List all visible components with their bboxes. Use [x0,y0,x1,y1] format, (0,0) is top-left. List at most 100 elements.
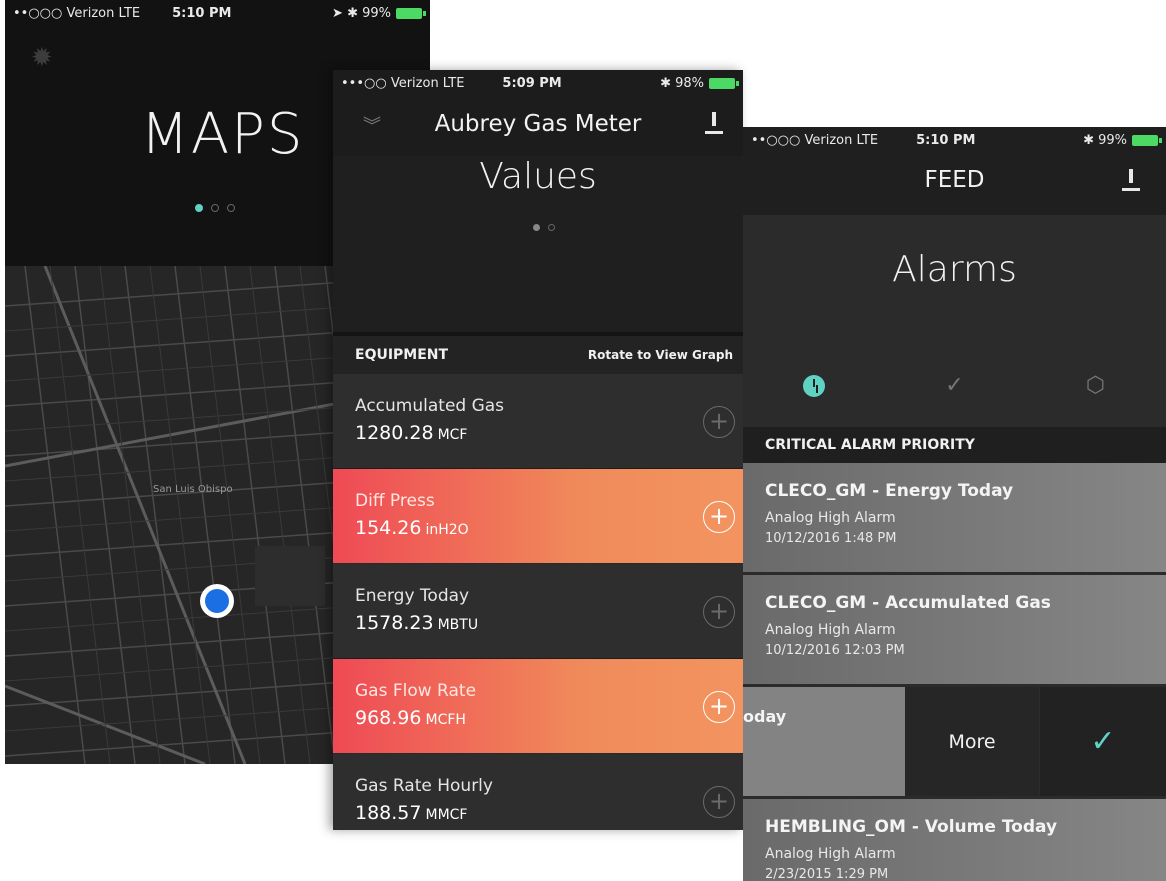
value-number: 188.57 [355,802,422,824]
current-location-marker[interactable] [200,584,234,618]
status-bar: •••○○ Verizon LTE 5:09 PM ✱ 98% [333,70,743,96]
status-bar: ••○○○ Verizon LTE 5:10 PM ➤ ✱ 99% [5,0,430,26]
section-header: CRITICAL ALARM PRIORITY [743,427,1166,463]
value-reading: 1578.23 MBTU [355,612,478,634]
page-dot-active[interactable] [195,204,203,212]
value-number: 154.26 [355,517,422,539]
value-row[interactable]: Diff Press 154.26 inH2O + [333,469,743,564]
alarm-item[interactable]: CLECO_GM - Energy Today Analog High Alar… [743,463,1166,575]
nav-title: Aubrey Gas Meter [434,111,642,137]
alarm-item-partial[interactable]: oday [743,687,905,796]
status-time: 5:10 PM [916,132,976,148]
status-right: ✱ 98% [660,75,739,91]
add-icon[interactable]: + [703,501,735,533]
page-indicator[interactable] [533,224,555,231]
clock-icon [802,375,825,397]
status-time: 5:09 PM [502,75,562,91]
status-indicators: ➤ ✱ 99% [332,5,391,21]
add-icon[interactable]: + [703,786,735,818]
value-row[interactable]: Energy Today 1578.23 MBTU + [333,564,743,659]
hexagon-icon: ⬡ [1085,373,1106,398]
alarm-type: Analog High Alarm [765,622,896,638]
value-name: Gas Rate Hourly [355,776,493,796]
page-dot[interactable] [548,224,555,231]
value-unit: MMCF [425,807,468,823]
alarms-hero: Alarms ✓ ⬡ [743,215,1166,430]
tab-hexagon[interactable]: ⬡ [1025,375,1166,397]
value-reading: 188.57 MMCF [355,802,467,824]
status-indicators: ✱ 98% [660,75,704,91]
page-dot[interactable] [211,204,219,212]
value-number: 968.96 [355,707,422,729]
value-unit: inH2O [425,522,469,538]
alarm-type: Analog High Alarm [765,510,896,526]
value-unit: MCFH [425,712,466,728]
alarm-date: 10/12/2016 12:03 PM [765,643,905,658]
acknowledge-button[interactable]: ✓ [1040,687,1166,796]
value-unit: MBTU [437,617,479,633]
status-right: ✱ 99% [1083,132,1162,148]
page-indicator[interactable] [195,204,235,212]
nav-title: FEED [924,167,985,193]
status-time: 5:10 PM [172,5,232,21]
page-dot-active[interactable] [533,224,540,231]
alarm-date: 2/23/2015 1:29 PM [765,867,889,881]
status-carrier: •••○○ Verizon LTE [341,75,465,91]
tab-active-alarms[interactable] [743,375,884,397]
value-reading: 968.96 MCFH [355,707,466,729]
alarm-item[interactable]: HEMBLING_OM - Volume Today Analog High A… [743,799,1166,881]
alarm-title: HEMBLING_OM - Volume Today [765,817,1058,837]
value-row[interactable]: Gas Rate Hourly 188.57 MMCF + [333,754,743,830]
value-name: Gas Flow Rate [355,681,477,701]
status-carrier: ••○○○ Verizon LTE [13,5,141,21]
value-reading: 1280.28 MCF [355,422,468,444]
values-screen: •••○○ Verizon LTE 5:09 PM ✱ 98% ︾ Aubrey… [333,70,743,830]
value-unit: MCF [437,427,468,443]
status-carrier: ••○○○ Verizon LTE [751,132,879,148]
alarm-item-swiped[interactable]: oday More ✓ [743,687,1166,799]
alarm-title: CLECO_GM - Energy Today [765,481,1014,501]
page-title: Alarms [892,249,1017,290]
nav-bar: ︾ Aubrey Gas Meter [333,96,743,156]
status-bar: ••○○○ Verizon LTE 5:10 PM ✱ 99% [743,127,1166,153]
status-right: ➤ ✱ 99% [332,5,426,21]
add-icon[interactable]: + [703,691,735,723]
filter-tabs: ✓ ⬡ [743,375,1166,397]
battery-icon [1132,134,1162,146]
feed-screen: ••○○○ Verizon LTE 5:10 PM ✱ 99% FEED Ala… [743,127,1166,881]
alarm-date: 10/12/2016 1:48 PM [765,531,897,546]
alarm-title-partial: oday [743,707,787,726]
alarm-item[interactable]: CLECO_GM - Accumulated Gas Analog High A… [743,575,1166,687]
download-icon[interactable] [1122,169,1140,191]
check-icon: ✓ [945,373,964,398]
value-name: Accumulated Gas [355,396,505,416]
alarm-list: CLECO_GM - Energy Today Analog High Alar… [743,463,1166,881]
battery-icon [396,7,426,19]
value-row[interactable]: Accumulated Gas 1280.28 MCF + [333,374,743,469]
value-reading: 154.26 inH2O [355,517,469,539]
gear-icon[interactable]: ✹ [31,45,55,71]
alarm-title: CLECO_GM - Accumulated Gas [765,593,1051,613]
value-name: Energy Today [355,586,470,606]
value-name: Diff Press [355,491,435,511]
status-indicators: ✱ 99% [1083,132,1127,148]
value-number: 1280.28 [355,422,434,444]
section-title: EQUIPMENT [355,347,449,363]
page-dot[interactable] [227,204,235,212]
page-title: Values [479,156,597,197]
value-number: 1578.23 [355,612,434,634]
value-row[interactable]: Gas Flow Rate 968.96 MCFH + [333,659,743,754]
add-icon[interactable]: + [703,406,735,438]
add-icon[interactable]: + [703,596,735,628]
value-list: Accumulated Gas 1280.28 MCF + Diff Press 154.… [333,374,743,830]
download-icon[interactable] [705,112,723,134]
map-label: San Luis Obispo [153,484,233,495]
rotate-hint: Rotate to View Graph [587,348,733,362]
battery-icon [709,77,739,89]
section-header: EQUIPMENT Rotate to View Graph [333,332,743,374]
tab-acknowledged[interactable]: ✓ [884,375,1025,397]
nav-bar: FEED [743,153,1166,215]
checkmark-icon: ✓ [1090,724,1116,759]
more-button[interactable]: More [905,687,1039,796]
alarm-type: Analog High Alarm [765,846,896,862]
